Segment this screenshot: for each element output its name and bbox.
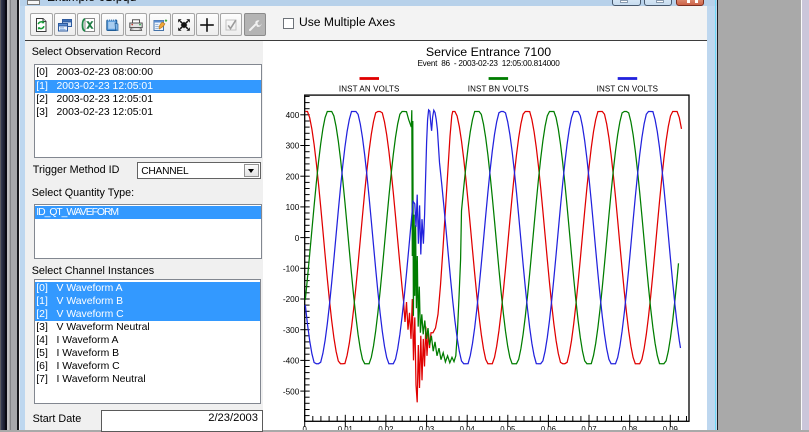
svg-text:0.04: 0.04 — [460, 425, 476, 430]
svg-text:0.08: 0.08 — [622, 425, 637, 430]
svg-text:300: 300 — [286, 142, 300, 151]
svg-text:Service Entrance 7100: Service Entrance 7100 — [426, 45, 551, 59]
svg-text:INST CN VOLTS: INST CN VOLTS — [597, 85, 659, 94]
svg-text:0.01: 0.01 — [338, 425, 353, 430]
svg-text:Event 86 - 2003-02-23 12:05: Event 86 - 2003-02-23 12:05:00.814000 — [417, 59, 560, 68]
svg-text:0: 0 — [303, 425, 308, 430]
svg-text:-200: -200 — [283, 296, 300, 305]
svg-text:-500: -500 — [283, 388, 300, 397]
svg-text:0.05: 0.05 — [500, 425, 515, 430]
svg-text:400: 400 — [286, 111, 300, 120]
svg-text:0.09: 0.09 — [663, 425, 678, 430]
svg-text:0.06: 0.06 — [541, 425, 556, 430]
svg-text:0.02: 0.02 — [378, 425, 393, 430]
svg-text:0.03: 0.03 — [419, 425, 434, 430]
svg-text:-300: -300 — [283, 326, 300, 335]
svg-text:0: 0 — [295, 234, 300, 243]
svg-text:0.07: 0.07 — [581, 425, 596, 430]
svg-text:INST BN VOLTS: INST BN VOLTS — [468, 85, 529, 94]
svg-text:INST AN VOLTS: INST AN VOLTS — [339, 85, 400, 94]
svg-text:-100: -100 — [283, 265, 300, 274]
svg-text:-400: -400 — [283, 357, 300, 366]
svg-text:100: 100 — [286, 203, 300, 212]
svg-text:200: 200 — [286, 173, 300, 182]
